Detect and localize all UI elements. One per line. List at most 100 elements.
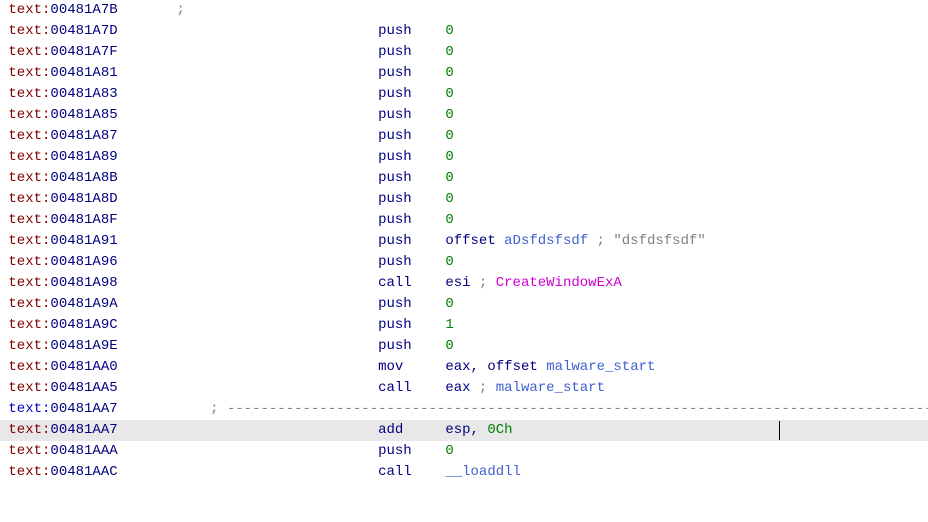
- asm-line[interactable]: text:00481A83 push 0: [0, 84, 928, 105]
- segment-label: text: [8, 128, 42, 144]
- operand-number: 0: [445, 191, 453, 207]
- mnemonic: push: [378, 212, 412, 228]
- space: [538, 359, 546, 375]
- pad: [118, 23, 378, 39]
- pad: [118, 317, 378, 333]
- segment-label: text: [8, 422, 42, 438]
- address: 00481A87: [50, 128, 117, 144]
- asm-line[interactable]: text:00481A7D push 0: [0, 21, 928, 42]
- pad: [118, 464, 378, 480]
- operand-number: 0: [445, 296, 453, 312]
- operand-keyword: offset: [487, 359, 537, 375]
- space: [496, 233, 504, 249]
- pad: [412, 317, 446, 333]
- address: 00481A89: [50, 149, 117, 165]
- pad: [118, 44, 378, 60]
- pad: [118, 296, 378, 312]
- address: 00481A9E: [50, 338, 117, 354]
- pad: [412, 296, 446, 312]
- asm-line[interactable]: text:00481A89 push 0: [0, 147, 928, 168]
- operand-hex: 0Ch: [487, 422, 512, 438]
- address: 00481AAC: [50, 464, 117, 480]
- asm-line[interactable]: text:00481A85 push 0: [0, 105, 928, 126]
- segment-label: text: [8, 149, 42, 165]
- pad: [412, 212, 446, 228]
- operand-identifier: aDsfdsfsdf: [504, 233, 588, 249]
- asm-line[interactable]: text:00481A9C push 1: [0, 315, 928, 336]
- operand-number: 0: [445, 149, 453, 165]
- operand-identifier: __loaddll: [445, 464, 521, 480]
- disassembly-view[interactable]: text:00481A7B ; text:00481A7D push 0 tex…: [0, 0, 928, 483]
- pad: [118, 128, 378, 144]
- mnemonic: push: [378, 149, 412, 165]
- asm-line[interactable]: text:00481AAA push 0: [0, 441, 928, 462]
- pad: [118, 212, 378, 228]
- pad: [118, 380, 378, 396]
- segment-label: text: [8, 254, 42, 270]
- address: 00481A85: [50, 107, 117, 123]
- asm-line[interactable]: text:00481A91 push offset aDsfdsfsdf ; "…: [0, 231, 928, 252]
- asm-line[interactable]: text:00481A8D push 0: [0, 189, 928, 210]
- comment-semicolon: ;: [471, 380, 496, 396]
- asm-line[interactable]: text:00481AAC call __loaddll: [0, 462, 928, 483]
- pad: [412, 44, 446, 60]
- address: 00481A96: [50, 254, 117, 270]
- pad: [412, 464, 446, 480]
- asm-line[interactable]: text:00481A81 push 0: [0, 63, 928, 84]
- mnemonic: call: [378, 275, 412, 291]
- pad: [118, 107, 378, 123]
- address: 00481AA7: [50, 422, 117, 438]
- mnemonic: add: [378, 422, 403, 438]
- address: 00481A83: [50, 86, 117, 102]
- asm-line[interactable]: text:00481AA7 add esp, 0Ch: [0, 420, 928, 441]
- pad: [118, 170, 378, 186]
- address: 00481AA7: [50, 401, 117, 417]
- segment-label: text: [8, 401, 42, 417]
- asm-line[interactable]: text:00481A96 push 0: [0, 252, 928, 273]
- pad: [412, 23, 446, 39]
- segment-label: text: [8, 443, 42, 459]
- pad: [412, 191, 446, 207]
- comment-semicolon: ;: [471, 275, 496, 291]
- pad: [118, 233, 378, 249]
- asm-line[interactable]: text:00481AA5 call eax ; malware_start: [0, 378, 928, 399]
- pad: [118, 401, 210, 417]
- pad: [412, 170, 446, 186]
- operand-keyword: offset: [445, 233, 495, 249]
- operand-comma: ,: [471, 422, 479, 438]
- comment-symbol: CreateWindowExA: [496, 275, 622, 291]
- segment-label: text: [8, 170, 42, 186]
- pad: [412, 65, 446, 81]
- text-caret: [779, 421, 780, 440]
- asm-line[interactable]: text:00481A87 push 0: [0, 126, 928, 147]
- asm-line[interactable]: text:00481AA0 mov eax, offset malware_st…: [0, 357, 928, 378]
- asm-line[interactable]: text:00481A7F push 0: [0, 42, 928, 63]
- asm-line[interactable]: text:00481A9A push 0: [0, 294, 928, 315]
- asm-line[interactable]: text:00481A8B push 0: [0, 168, 928, 189]
- segment-label: text: [8, 233, 42, 249]
- operand-number: 1: [445, 317, 453, 333]
- pad: [412, 275, 446, 291]
- asm-line[interactable]: text:00481A7B ;: [0, 0, 928, 21]
- operand-number: 0: [445, 23, 453, 39]
- asm-line[interactable]: text:00481AA7 ; ------------------------…: [0, 399, 928, 420]
- mnemonic: push: [378, 233, 412, 249]
- mnemonic: call: [378, 464, 412, 480]
- asm-line[interactable]: text:00481A8F push 0: [0, 210, 928, 231]
- pad: [118, 2, 177, 18]
- asm-line[interactable]: text:00481A9E push 0: [0, 336, 928, 357]
- address: 00481A8B: [50, 170, 117, 186]
- pad: [412, 338, 446, 354]
- comment-text: "dsfdsfsdf": [613, 233, 705, 249]
- operand-number: 0: [445, 338, 453, 354]
- mnemonic: push: [378, 443, 412, 459]
- address: 00481A7D: [50, 23, 117, 39]
- comment-symbol: malware_start: [496, 380, 605, 396]
- mnemonic: push: [378, 44, 412, 60]
- asm-line[interactable]: text:00481A98 call esi ; CreateWindowExA: [0, 273, 928, 294]
- address: 00481AAA: [50, 443, 117, 459]
- mnemonic: push: [378, 23, 412, 39]
- mnemonic: push: [378, 128, 412, 144]
- operand-register: eax: [445, 359, 470, 375]
- segment-label: text: [8, 65, 42, 81]
